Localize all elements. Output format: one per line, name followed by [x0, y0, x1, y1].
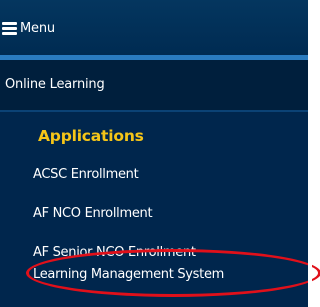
link-af-nco-enrollment[interactable]: AF NCO Enrollment: [33, 205, 153, 223]
online-learning-label: Online Learning: [5, 77, 105, 92]
link-learning-management-system[interactable]: Learning Management System: [33, 266, 224, 284]
side-navigation: Menu Online Learning Applications ACSC E…: [0, 0, 308, 307]
divider: [0, 110, 308, 112]
link-af-senior-nco-enrollment[interactable]: AF Senior NCO Enrollment: [33, 244, 196, 262]
hamburger-menu-icon: [2, 22, 17, 35]
link-acsc-enrollment[interactable]: ACSC Enrollment: [33, 166, 139, 184]
nav-item-online-learning[interactable]: Online Learning: [0, 60, 308, 110]
page-edge: [308, 0, 312, 307]
section-title-applications: Applications: [38, 127, 144, 145]
menu-label: Menu: [20, 21, 55, 36]
menu-toggle[interactable]: Menu: [0, 0, 308, 55]
